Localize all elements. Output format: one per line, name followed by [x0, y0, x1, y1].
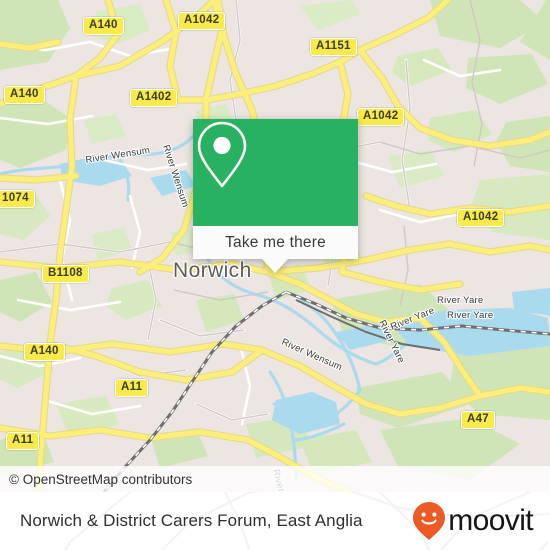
svg-text:River Yare: River Yare [437, 295, 483, 306]
popup-pointer [262, 259, 288, 273]
moovit-brand[interactable]: moovit [412, 492, 534, 550]
map-pin-icon [197, 121, 247, 188]
svg-text:River Yare: River Yare [447, 310, 493, 321]
location-popup-card[interactable]: Take me there [193, 119, 358, 273]
road-shield: A47 [461, 411, 495, 429]
moovit-wordmark: moovit [448, 504, 533, 537]
road-shield: A1042 [457, 209, 505, 227]
road-shield: 1074 [0, 190, 35, 208]
moovit-pin-smiley-icon [413, 502, 446, 540]
location-title: Norwich & District Carers Forum, East An… [20, 511, 363, 530]
footer-bar: Norwich & District Carers Forum, East An… [0, 492, 550, 550]
road-shield: A140 [4, 86, 45, 104]
road-shield: A140 [24, 343, 65, 361]
road-shield: A1042 [357, 108, 405, 126]
road-shield: A11 [6, 432, 40, 450]
road-shield: A1402 [130, 89, 178, 107]
road-shield: A140 [83, 17, 124, 35]
map-attribution-bar: © OpenStreetMap contributors [0, 466, 550, 492]
place-label-norwich: Norwich [173, 259, 252, 282]
road-shield: A1042 [178, 12, 226, 30]
map-canvas[interactable]: River Wensum River Wensum River Wensum R… [0, 0, 550, 492]
popup-cta-label: Take me there [225, 233, 326, 251]
moovit-map-screenshot: River Wensum River Wensum River Wensum R… [0, 0, 550, 550]
road-shield: B1108 [42, 265, 89, 283]
osm-attribution-text: © OpenStreetMap contributors [9, 471, 193, 487]
popup-icon-area [193, 119, 358, 226]
road-shield: A1151 [310, 38, 357, 56]
road-shield: A11 [115, 379, 149, 397]
popup-cta[interactable]: Take me there [193, 226, 358, 259]
